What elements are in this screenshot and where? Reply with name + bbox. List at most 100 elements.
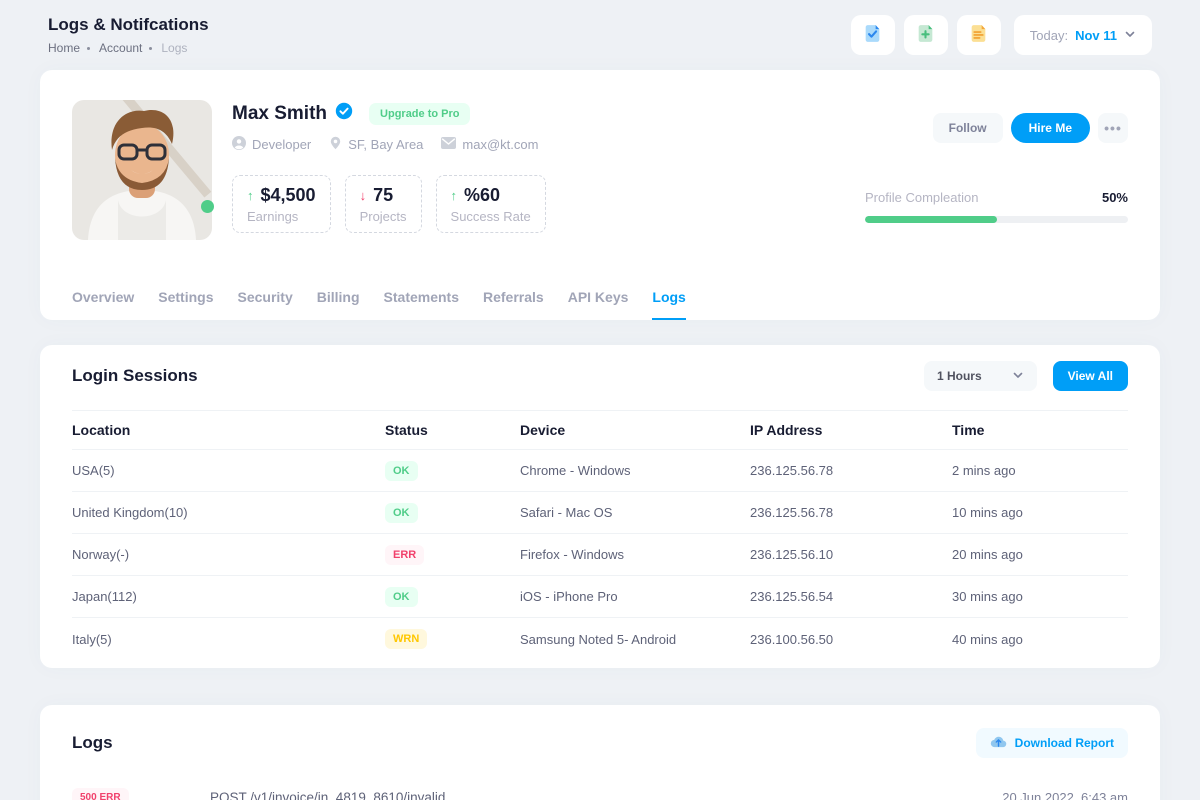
profile-progress: Profile Compleation 50% (865, 190, 1128, 223)
more-options-button[interactable]: ••• (1098, 113, 1128, 143)
session-location: Norway(-) (72, 547, 385, 562)
profile-meta: Developer SF, Bay Area max@kt.com (232, 136, 546, 153)
session-location: Italy(5) (72, 632, 385, 647)
logs-card: Logs Download Report 500 ERR POST /v1/in… (40, 705, 1160, 800)
profile-info: Max Smith Upgrade to Pro Developer SF, B… (232, 100, 546, 240)
session-ip: 236.125.56.78 (750, 505, 952, 520)
login-sessions-card: Login Sessions 1 Hours View All Location… (40, 345, 1160, 668)
upgrade-pro-badge[interactable]: Upgrade to Pro (369, 103, 470, 125)
sessions-table-body: USA(5) OK Chrome - Windows 236.125.56.78… (72, 450, 1128, 660)
file-lines-icon (968, 23, 989, 47)
profile-role-label: Developer (252, 137, 311, 152)
session-location: Japan(112) (72, 589, 385, 604)
sessions-table: Location Status Device IP Address Time U… (72, 410, 1128, 660)
tab-overview[interactable]: Overview (72, 289, 134, 320)
session-device: Firefox - Windows (520, 547, 750, 562)
tab-billing[interactable]: Billing (317, 289, 360, 320)
tab-api-keys[interactable]: API Keys (568, 289, 629, 320)
session-ip: 236.125.56.78 (750, 463, 952, 478)
trend-arrow-icon: ↑ (247, 188, 254, 203)
topbar-left: Logs & Notifcations Home Account Logs (48, 15, 209, 55)
trend-arrow-icon: ↓ (360, 188, 367, 203)
session-ip: 236.125.56.54 (750, 589, 952, 604)
follow-button[interactable]: Follow (933, 113, 1003, 143)
breadcrumb-separator (149, 47, 152, 50)
progress-label: Profile Compleation (865, 190, 978, 205)
file-check-button[interactable] (851, 15, 895, 55)
column-header-device: Device (520, 422, 750, 438)
session-status-badge: OK (385, 503, 418, 523)
column-header-time: Time (952, 422, 1128, 438)
stat-success-rate: ↑%60 Success Rate (436, 175, 546, 233)
user-icon (232, 136, 246, 153)
tab-settings[interactable]: Settings (158, 289, 213, 320)
stat-value: 75 (373, 185, 393, 206)
view-all-button[interactable]: View All (1053, 361, 1128, 391)
hours-filter-value: 1 Hours (937, 369, 982, 383)
download-report-label: Download Report (1015, 736, 1114, 750)
chevron-down-icon (1124, 28, 1136, 43)
tab-referrals[interactable]: Referrals (483, 289, 544, 320)
progress-bar-fill (865, 216, 997, 223)
session-row: Italy(5) WRN Samsung Noted 5- Android 23… (72, 618, 1128, 660)
stat-earnings: ↑$4,500 Earnings (232, 175, 331, 233)
date-selector[interactable]: Today: Nov 11 (1014, 15, 1152, 55)
tab-logs[interactable]: Logs (652, 289, 685, 320)
pin-icon (329, 136, 342, 153)
verified-badge-icon (335, 102, 353, 125)
breadcrumb-item-home[interactable]: Home (48, 41, 80, 55)
session-status-badge: OK (385, 461, 418, 481)
session-time: 30 mins ago (952, 589, 1128, 604)
mail-icon (441, 137, 456, 152)
session-time: 10 mins ago (952, 505, 1128, 520)
topbar: Logs & Notifcations Home Account Logs Toda… (0, 0, 1200, 70)
session-status-badge: ERR (385, 545, 424, 565)
profile-email: max@kt.com (441, 137, 538, 152)
file-lines-button[interactable] (957, 15, 1001, 55)
session-time: 2 mins ago (952, 463, 1128, 478)
session-time: 20 mins ago (952, 547, 1128, 562)
online-status-dot (201, 200, 214, 213)
profile-name: Max Smith (232, 103, 327, 125)
breadcrumb: Home Account Logs (48, 41, 209, 55)
stat-label: Success Rate (451, 209, 531, 224)
session-status-badge: WRN (385, 629, 427, 649)
avatar (72, 100, 212, 240)
breadcrumb-item-logs[interactable]: Logs (161, 41, 187, 55)
sessions-table-header: Location Status Device IP Address Time (72, 410, 1128, 450)
file-plus-button[interactable] (904, 15, 948, 55)
log-path: POST /v1/invoice/in_4819_8610/invalid (210, 790, 1002, 800)
session-ip: 236.125.56.10 (750, 547, 952, 562)
session-location: USA(5) (72, 463, 385, 478)
sessions-title: Login Sessions (72, 366, 198, 386)
date-value: Nov 11 (1075, 28, 1117, 43)
breadcrumb-item-account[interactable]: Account (99, 41, 142, 55)
hours-filter-select[interactable]: 1 Hours (924, 361, 1037, 391)
log-entries: 500 ERR POST /v1/invoice/in_4819_8610/in… (72, 787, 1128, 800)
logs-title: Logs (72, 733, 113, 753)
cloud-upload-icon (990, 735, 1007, 751)
breadcrumb-separator (87, 47, 90, 50)
profile-location: SF, Bay Area (329, 136, 423, 153)
log-entry-row: 500 ERR POST /v1/invoice/in_4819_8610/in… (72, 787, 1128, 800)
profile-email-label: max@kt.com (462, 137, 538, 152)
page-title: Logs & Notifcations (48, 15, 209, 35)
profile-location-label: SF, Bay Area (348, 137, 423, 152)
trend-arrow-icon: ↑ (451, 188, 458, 203)
session-device: Chrome - Windows (520, 463, 750, 478)
file-plus-icon (915, 23, 936, 47)
tab-statements[interactable]: Statements (384, 289, 459, 320)
tab-security[interactable]: Security (238, 289, 293, 320)
progress-bar (865, 216, 1128, 223)
download-report-button[interactable]: Download Report (976, 728, 1128, 758)
hire-me-button[interactable]: Hire Me (1011, 113, 1090, 143)
session-row: United Kingdom(10) OK Safari - Mac OS 23… (72, 492, 1128, 534)
progress-percent: 50% (1102, 190, 1128, 205)
session-device: Samsung Noted 5- Android (520, 632, 750, 647)
chevron-down-icon (1012, 369, 1024, 384)
session-row: Norway(-) ERR Firefox - Windows 236.125.… (72, 534, 1128, 576)
log-time: 20 Jun 2022, 6:43 am (1002, 790, 1128, 800)
profile-right-panel: Follow Hire Me ••• Profile Compleation 5… (865, 100, 1128, 240)
session-device: iOS - iPhone Pro (520, 589, 750, 604)
stat-label: Projects (360, 209, 407, 224)
